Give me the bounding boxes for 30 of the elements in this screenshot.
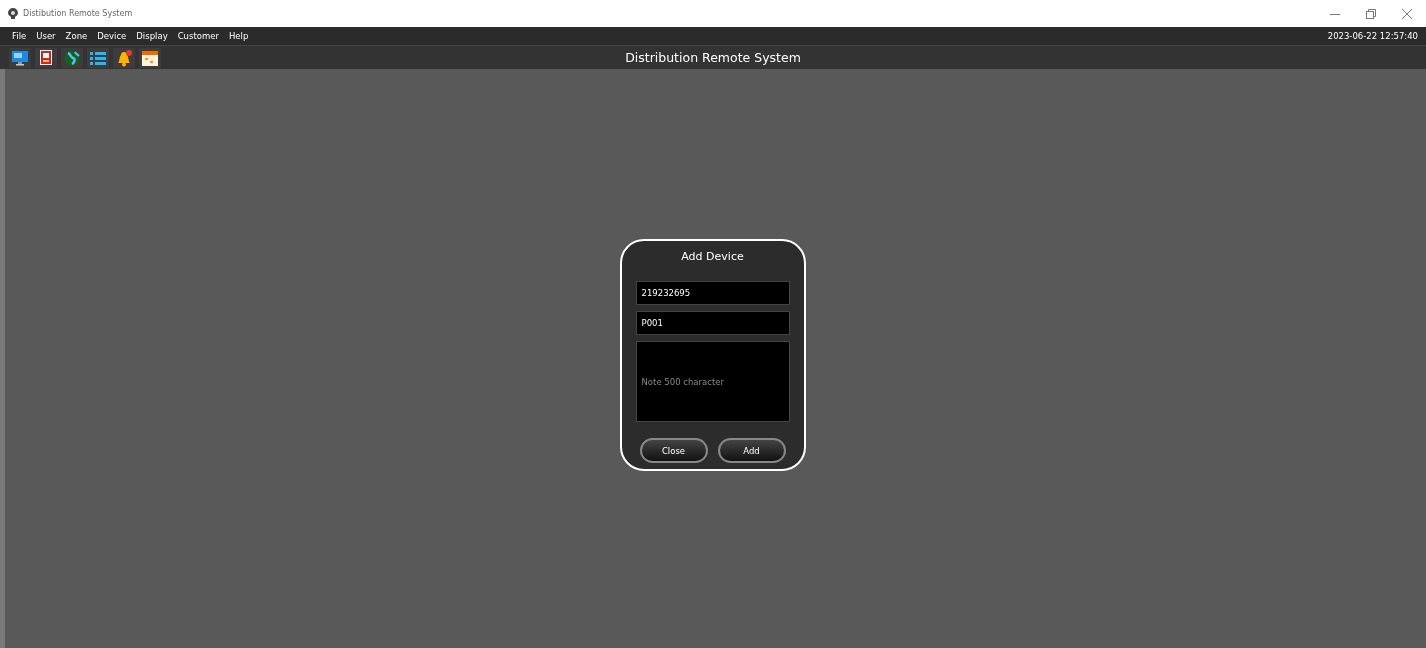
menu-item[interactable]: Display <box>136 31 168 41</box>
menu-item[interactable]: Help <box>228 31 249 41</box>
app-icon <box>8 8 18 19</box>
add-button[interactable]: Add <box>717 438 786 463</box>
close-icon[interactable] <box>1402 8 1412 19</box>
monitor-icon <box>11 48 29 67</box>
input-field[interactable]: 219232695 <box>635 281 790 305</box>
toolbar-button[interactable] <box>61 47 83 68</box>
window-title: Distibution Remote System <box>23 9 133 18</box>
menu-item[interactable]: Zone <box>65 31 88 41</box>
app-title: Distribution Remote System <box>625 50 801 65</box>
dialog-title: Add Device <box>681 249 744 265</box>
close-button[interactable]: Close <box>639 438 708 463</box>
toolbar-button[interactable] <box>139 47 161 68</box>
toolbar-button[interactable] <box>113 47 135 68</box>
menu-item[interactable]: User <box>36 31 56 41</box>
toolbar-button[interactable] <box>87 47 109 68</box>
globe-icon <box>63 48 81 67</box>
menu-item[interactable]: Customer <box>177 31 219 41</box>
bell-icon <box>115 48 133 67</box>
toolbar-button[interactable] <box>35 47 57 68</box>
restore-icon[interactable] <box>1366 8 1376 19</box>
note-field[interactable]: Note 500 character <box>635 341 790 422</box>
calendar-icon <box>141 48 159 67</box>
clock-text: 2023-06-22 12:57:40 <box>1327 31 1418 41</box>
input-field[interactable]: P001 <box>635 311 790 335</box>
toolbar-button[interactable] <box>9 47 31 68</box>
register-icon <box>37 48 55 67</box>
menu-item[interactable]: Device <box>97 31 127 41</box>
menu-item[interactable]: File <box>12 31 27 41</box>
